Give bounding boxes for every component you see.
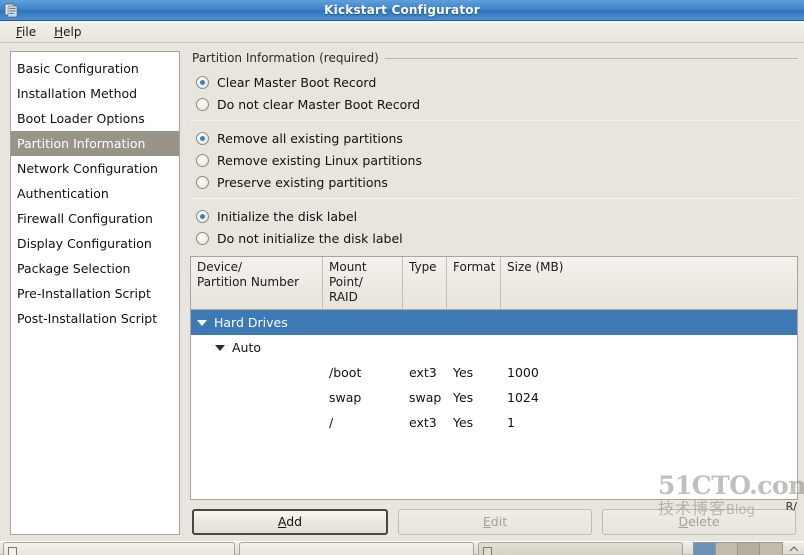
cell-size: 1	[507, 415, 515, 430]
table-row[interactable]: Auto	[191, 335, 797, 360]
radio-group-separator	[190, 120, 798, 121]
radio-option-mbr-1[interactable]: Do not clear Master Boot Record	[196, 93, 798, 115]
workspace-3[interactable]	[738, 543, 760, 555]
cell-mount: /	[329, 415, 334, 430]
menu-help[interactable]: Help	[45, 23, 90, 41]
tree-body[interactable]: Hard Drives Auto/boot ext3 Yes 1000 swap swap Y…	[191, 310, 797, 499]
group-title: Partition Information (required)	[192, 51, 798, 65]
menu-bar: File Help	[0, 21, 804, 43]
column-header-3[interactable]: Format	[447, 257, 501, 309]
radio-option-disklabel-0[interactable]: Initialize the disk label	[196, 205, 798, 227]
main-panel: Partition Information (required) Clear M…	[190, 51, 804, 535]
radio-label: Remove existing Linux partitions	[217, 152, 422, 168]
menu-file[interactable]: File	[7, 23, 45, 41]
table-row[interactable]: Hard Drives	[191, 310, 797, 335]
radio-label: Preserve existing partitions	[217, 174, 388, 190]
radio-option-partitions-1[interactable]: Remove existing Linux partitions	[196, 149, 798, 171]
column-header-1[interactable]: Mount Point/ RAID	[323, 257, 403, 309]
workspace-switcher[interactable]	[693, 542, 783, 555]
edit-button: Edit	[398, 509, 592, 535]
radio-group-partitions: Remove all existing partitions Remove exi…	[190, 125, 798, 193]
workspace-4[interactable]	[760, 543, 782, 555]
workspace-1[interactable]	[694, 543, 716, 555]
radio-option-partitions-0[interactable]: Remove all existing partitions	[196, 127, 798, 149]
cell-type: ext3	[409, 415, 437, 430]
radio-unselected-icon[interactable]	[196, 175, 209, 189]
sidebar-item-package-selection[interactable]: Package Selection	[11, 256, 179, 281]
terminal-icon	[483, 545, 492, 555]
table-row[interactable]: /boot ext3 Yes 1000	[191, 360, 797, 385]
sidebar-item-pre-installation-script[interactable]: Pre-Installation Script	[11, 281, 179, 306]
radio-options-area[interactable]: Clear Master Boot Record Do not clear Mas…	[190, 69, 798, 249]
radio-label: Do not clear Master Boot Record	[217, 96, 421, 112]
title-bar[interactable]: Kickstart Configurator	[0, 0, 804, 21]
add-button[interactable]: Add	[192, 509, 388, 535]
application-window: Kickstart Configurator File Help Basic C…	[0, 0, 804, 541]
cell-type: swap	[409, 390, 442, 405]
chevron-down-icon[interactable]	[197, 319, 207, 326]
delete-button: Delete	[602, 509, 796, 535]
cell-format: Yes	[453, 365, 474, 380]
sidebar-item-installation-method[interactable]: Installation Method	[11, 81, 179, 106]
radio-option-partitions-2[interactable]: Preserve existing partitions	[196, 171, 798, 193]
sidebar-item-partition-information[interactable]: Partition Information	[11, 131, 179, 156]
group-title-rule	[384, 57, 798, 59]
window-title: Kickstart Configurator	[324, 3, 480, 17]
sidebar-item-display-configuration[interactable]: Display Configuration	[11, 231, 179, 256]
cell-format: Yes	[453, 390, 474, 405]
radio-unselected-icon[interactable]	[196, 231, 209, 245]
cell-device: Hard Drives	[191, 315, 323, 330]
cell-format: Yes	[453, 415, 474, 430]
radio-label: Do not initialize the disk label	[217, 230, 403, 246]
radio-label: Clear Master Boot Record	[217, 74, 377, 90]
tray-expand-icon[interactable]	[787, 542, 801, 555]
radio-selected-icon[interactable]	[196, 209, 209, 223]
sidebar-item-firewall-configuration[interactable]: Firewall Configuration	[11, 206, 179, 231]
radio-selected-icon[interactable]	[196, 131, 209, 145]
table-row[interactable]: swap swap Yes 1024	[191, 385, 797, 410]
partition-tree[interactable]: Device/ Partition Number Mount Point/ RAI…	[190, 256, 798, 500]
radio-unselected-icon[interactable]	[196, 97, 209, 111]
desktop-taskbar[interactable]	[0, 541, 804, 555]
table-row[interactable]: / ext3 Yes 1	[191, 410, 797, 435]
navigation-sidebar[interactable]: Basic Configuration Installation Method Bo…	[10, 51, 180, 535]
node-label: Hard Drives	[214, 315, 288, 330]
chevron-down-icon[interactable]	[215, 344, 225, 351]
sidebar-item-authentication[interactable]: Authentication	[11, 181, 179, 206]
action-button-row[interactable]: Add Edit Delete	[190, 500, 798, 535]
radio-selected-icon[interactable]	[196, 75, 209, 89]
sidebar-item-post-installation-script[interactable]: Post-Installation Script	[11, 306, 179, 331]
app-icon	[3, 2, 19, 18]
cell-mount: /boot	[329, 365, 362, 380]
window-body: Basic Configuration Installation Method Bo…	[0, 43, 804, 541]
cell-size: 1000	[507, 365, 539, 380]
tree-header-row: Device/ Partition Number Mount Point/ RAI…	[191, 257, 797, 310]
radio-label: Initialize the disk label	[217, 208, 358, 224]
window-icon	[8, 545, 17, 555]
taskbar-button-2[interactable]	[239, 542, 474, 555]
column-header-4[interactable]: Size (MB)	[501, 257, 797, 309]
sidebar-item-network-configuration[interactable]: Network Configuration	[11, 156, 179, 181]
taskbar-button-1[interactable]	[3, 542, 235, 555]
column-header-0[interactable]: Device/ Partition Number	[191, 257, 323, 309]
cell-device: Auto	[191, 340, 323, 355]
sidebar-item-basic-configuration[interactable]: Basic Configuration	[11, 56, 179, 81]
radio-label: Remove all existing partitions	[217, 130, 403, 146]
sidebar-item-boot-loader-options[interactable]: Boot Loader Options	[11, 106, 179, 131]
r-tag-text: R/	[785, 500, 797, 513]
radio-option-disklabel-1[interactable]: Do not initialize the disk label	[196, 227, 798, 249]
cell-type: ext3	[409, 365, 437, 380]
radio-group-mbr: Clear Master Boot Record Do not clear Mas…	[190, 69, 798, 115]
radio-group-disklabel: Initialize the disk label Do not initiali…	[190, 203, 798, 249]
cell-size: 1024	[507, 390, 539, 405]
radio-option-mbr-0[interactable]: Clear Master Boot Record	[196, 71, 798, 93]
group-title-label: Partition Information (required)	[192, 51, 385, 65]
taskbar-button-3[interactable]	[478, 542, 683, 555]
radio-group-separator	[190, 198, 798, 199]
radio-unselected-icon[interactable]	[196, 153, 209, 167]
node-label: Auto	[232, 340, 262, 355]
workspace-2[interactable]	[716, 543, 738, 555]
column-header-2[interactable]: Type	[403, 257, 447, 309]
cell-mount: swap	[329, 390, 362, 405]
